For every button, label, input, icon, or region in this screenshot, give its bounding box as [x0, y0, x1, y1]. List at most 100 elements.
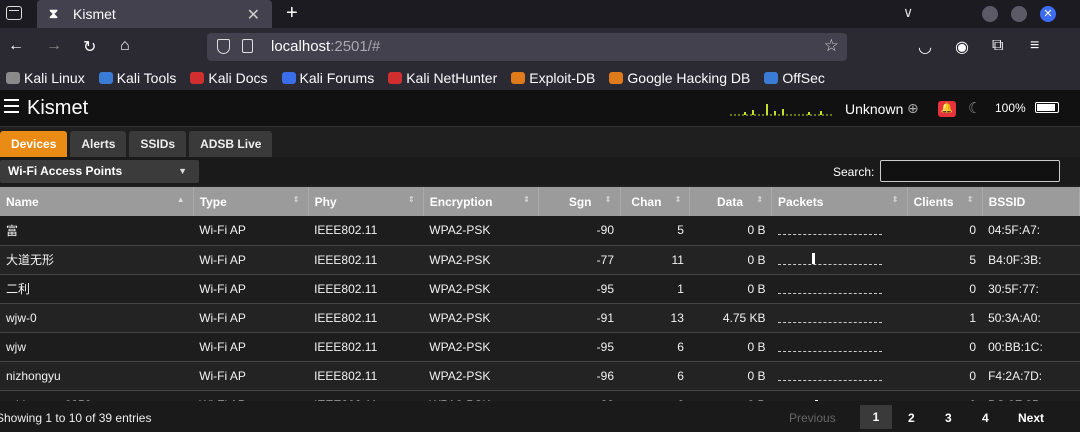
- packet-bar: [811, 252, 815, 264]
- cell-bssid: 30:5F:77:: [982, 274, 1080, 304]
- bookmark-item[interactable]: Kali Docs: [190, 70, 268, 86]
- bookmark-favicon-icon: [190, 72, 205, 84]
- table-row[interactable]: 大道无形 Wi-Fi AP IEEE802.11 WPA2-PSK -77 11 0 B 5B…: [0, 245, 1080, 275]
- reload-icon[interactable]: ↻: [83, 37, 96, 57]
- tab-adsb-live[interactable]: ADSB Live: [189, 131, 273, 157]
- bookmark-item[interactable]: Exploit-DB: [511, 70, 595, 86]
- bookmark-item[interactable]: Kali Tools: [98, 70, 176, 86]
- column-header-name[interactable]: Name ▲: [0, 187, 194, 216]
- cell-sgn: -77: [538, 245, 620, 275]
- moon-icon[interactable]: ☾: [968, 99, 981, 117]
- bookmark-star-icon[interactable]: ☆: [824, 36, 839, 56]
- cell-enc: WPA2-PSK: [423, 216, 539, 246]
- column-header-label: Name: [6, 194, 39, 209]
- table-row[interactable]: nizhongyu Wi-Fi AP IEEE802.11 WPA2-PSK -96 6 0…: [0, 361, 1080, 391]
- cell-data: 0 B: [689, 245, 772, 275]
- cell-phy: IEEE802.11: [308, 303, 424, 333]
- battery-level: 100%: [995, 101, 1026, 115]
- bookmark-item[interactable]: Kali Linux: [6, 70, 85, 86]
- bookmark-label: Google Hacking DB: [627, 70, 751, 86]
- bookmark-item[interactable]: OffSec: [764, 70, 825, 86]
- column-header-packets[interactable]: Packets ⇕: [771, 187, 908, 216]
- pagination-page[interactable]: 3: [945, 411, 952, 425]
- cell-type: Wi-Fi AP: [193, 245, 309, 275]
- minimize-window-button[interactable]: [982, 6, 998, 22]
- bookmark-item[interactable]: Kali Forums: [281, 70, 374, 86]
- bookmark-item[interactable]: Google Hacking DB: [609, 70, 750, 86]
- gps-status[interactable]: Unknown: [845, 101, 903, 117]
- tracking-shield-icon[interactable]: [217, 39, 230, 54]
- hamburger-menu-icon[interactable]: [4, 99, 19, 117]
- cell-type: Wi-Fi AP: [193, 332, 309, 362]
- pagination-previous[interactable]: Previous: [789, 411, 836, 425]
- extensions-icon[interactable]: ⧉: [992, 37, 1003, 55]
- kismet-tabs: Devices Alerts SSIDs ADSB Live: [0, 131, 273, 157]
- search-input[interactable]: [880, 160, 1060, 182]
- back-arrow-icon[interactable]: ←: [8, 37, 24, 55]
- tab-ssids[interactable]: SSIDs: [129, 131, 187, 157]
- packets-cell: [771, 361, 908, 391]
- column-header-clients[interactable]: Clients ⇕: [907, 187, 983, 216]
- url-bar[interactable]: localhost:2501/# ☆: [207, 33, 847, 61]
- cell-chan: 5: [620, 216, 690, 246]
- forward-arrow-icon[interactable]: →: [46, 37, 62, 55]
- pagination-next[interactable]: Next: [1018, 411, 1044, 425]
- browser-tab-kismet[interactable]: ⧗ Kismet ✕: [37, 0, 272, 28]
- table-row[interactable]: 二利 Wi-Fi AP IEEE802.11 WPA2-PSK -95 1 0 B 0 30:5…: [0, 274, 1080, 304]
- packets-sparkline: [777, 252, 882, 265]
- close-window-button[interactable]: ✕: [1040, 6, 1056, 22]
- gps-crosshair-icon[interactable]: ⊕: [907, 100, 919, 117]
- cell-sgn: -90: [538, 216, 620, 246]
- table-row[interactable]: 富 Wi-Fi AP IEEE802.11 WPA2-PSK -90 5 0 B 0 04:5F…: [0, 216, 1080, 246]
- tab-list-icon[interactable]: [6, 6, 22, 20]
- table-row[interactable]: wjw Wi-Fi AP IEEE802.11 WPA2-PSK -95 6 0 B 0 00:…: [0, 332, 1080, 362]
- pagination-page[interactable]: 1: [860, 405, 892, 429]
- table-row[interactable]: wjw-0 Wi-Fi AP IEEE802.11 WPA2-PSK -91 13 4.75…: [0, 303, 1080, 333]
- bookmark-label: Kali Linux: [24, 70, 85, 86]
- cell-chan: 6: [620, 332, 690, 362]
- cell-sgn: -96: [538, 361, 620, 391]
- home-icon[interactable]: ⌂: [120, 37, 130, 55]
- tab-devices[interactable]: Devices: [0, 131, 68, 157]
- cell-enc: WPA2-PSK: [423, 361, 539, 391]
- battery-icon: [1035, 102, 1059, 113]
- column-header-label: Encryption: [429, 194, 493, 209]
- column-header-label: Clients: [913, 194, 954, 209]
- alert-bell-icon[interactable]: 🔔: [938, 101, 956, 117]
- menu-icon[interactable]: ≡: [1030, 37, 1039, 55]
- sort-icon: ⇕: [891, 195, 899, 204]
- account-icon[interactable]: ◉: [955, 37, 969, 57]
- cell-data: 4.75 KB: [689, 303, 772, 333]
- column-header-label: Type: [199, 194, 227, 209]
- chevron-down-icon[interactable]: ∨: [903, 4, 913, 21]
- new-tab-icon[interactable]: +: [286, 2, 298, 25]
- column-header-sgn[interactable]: Sgn ⇕: [538, 187, 621, 216]
- cell-name: wjw: [0, 332, 194, 362]
- caret-down-icon: ▼: [178, 166, 187, 176]
- cell-clients: 1: [907, 303, 983, 333]
- cell-phy: IEEE802.11: [308, 216, 424, 246]
- device-view-select[interactable]: Wi-Fi Access Points ▼: [0, 160, 199, 183]
- url-text[interactable]: localhost:2501/#: [271, 38, 380, 55]
- pocket-icon[interactable]: ◡: [918, 37, 932, 57]
- column-header-bssid[interactable]: BSSID: [982, 187, 1080, 216]
- cell-enc: WPA2-PSK: [423, 303, 539, 333]
- cell-type: Wi-Fi AP: [193, 303, 309, 333]
- pagination-page[interactable]: 4: [982, 411, 989, 425]
- browser-tab-title: Kismet: [73, 6, 116, 22]
- close-tab-icon[interactable]: ✕: [247, 5, 260, 25]
- tab-alerts[interactable]: Alerts: [70, 131, 127, 157]
- pagination-page[interactable]: 2: [908, 411, 915, 425]
- column-header-data[interactable]: Data ⇕: [689, 187, 773, 216]
- maximize-window-button[interactable]: [1011, 6, 1027, 22]
- column-header-chan[interactable]: Chan ⇕: [620, 187, 691, 216]
- column-header-type[interactable]: Type ⇕: [193, 187, 309, 216]
- page-info-icon[interactable]: [242, 39, 253, 53]
- sort-icon: ⇕: [292, 195, 300, 204]
- column-header-phy[interactable]: Phy ⇕: [308, 187, 424, 216]
- column-header-encryption[interactable]: Encryption ⇕: [423, 187, 539, 216]
- bookmark-item[interactable]: Kali NetHunter: [388, 70, 497, 86]
- table-body: 富 Wi-Fi AP IEEE802.11 WPA2-PSK -90 5 0 B 0 04:5F…: [0, 216, 1080, 420]
- table-header-row: Name ▲ Type ⇕ Phy ⇕ Encryption ⇕ Sgn ⇕ Chan ⇕ Data ⇕ P…: [0, 187, 1080, 216]
- cell-bssid: 04:5F:A7:: [982, 216, 1080, 246]
